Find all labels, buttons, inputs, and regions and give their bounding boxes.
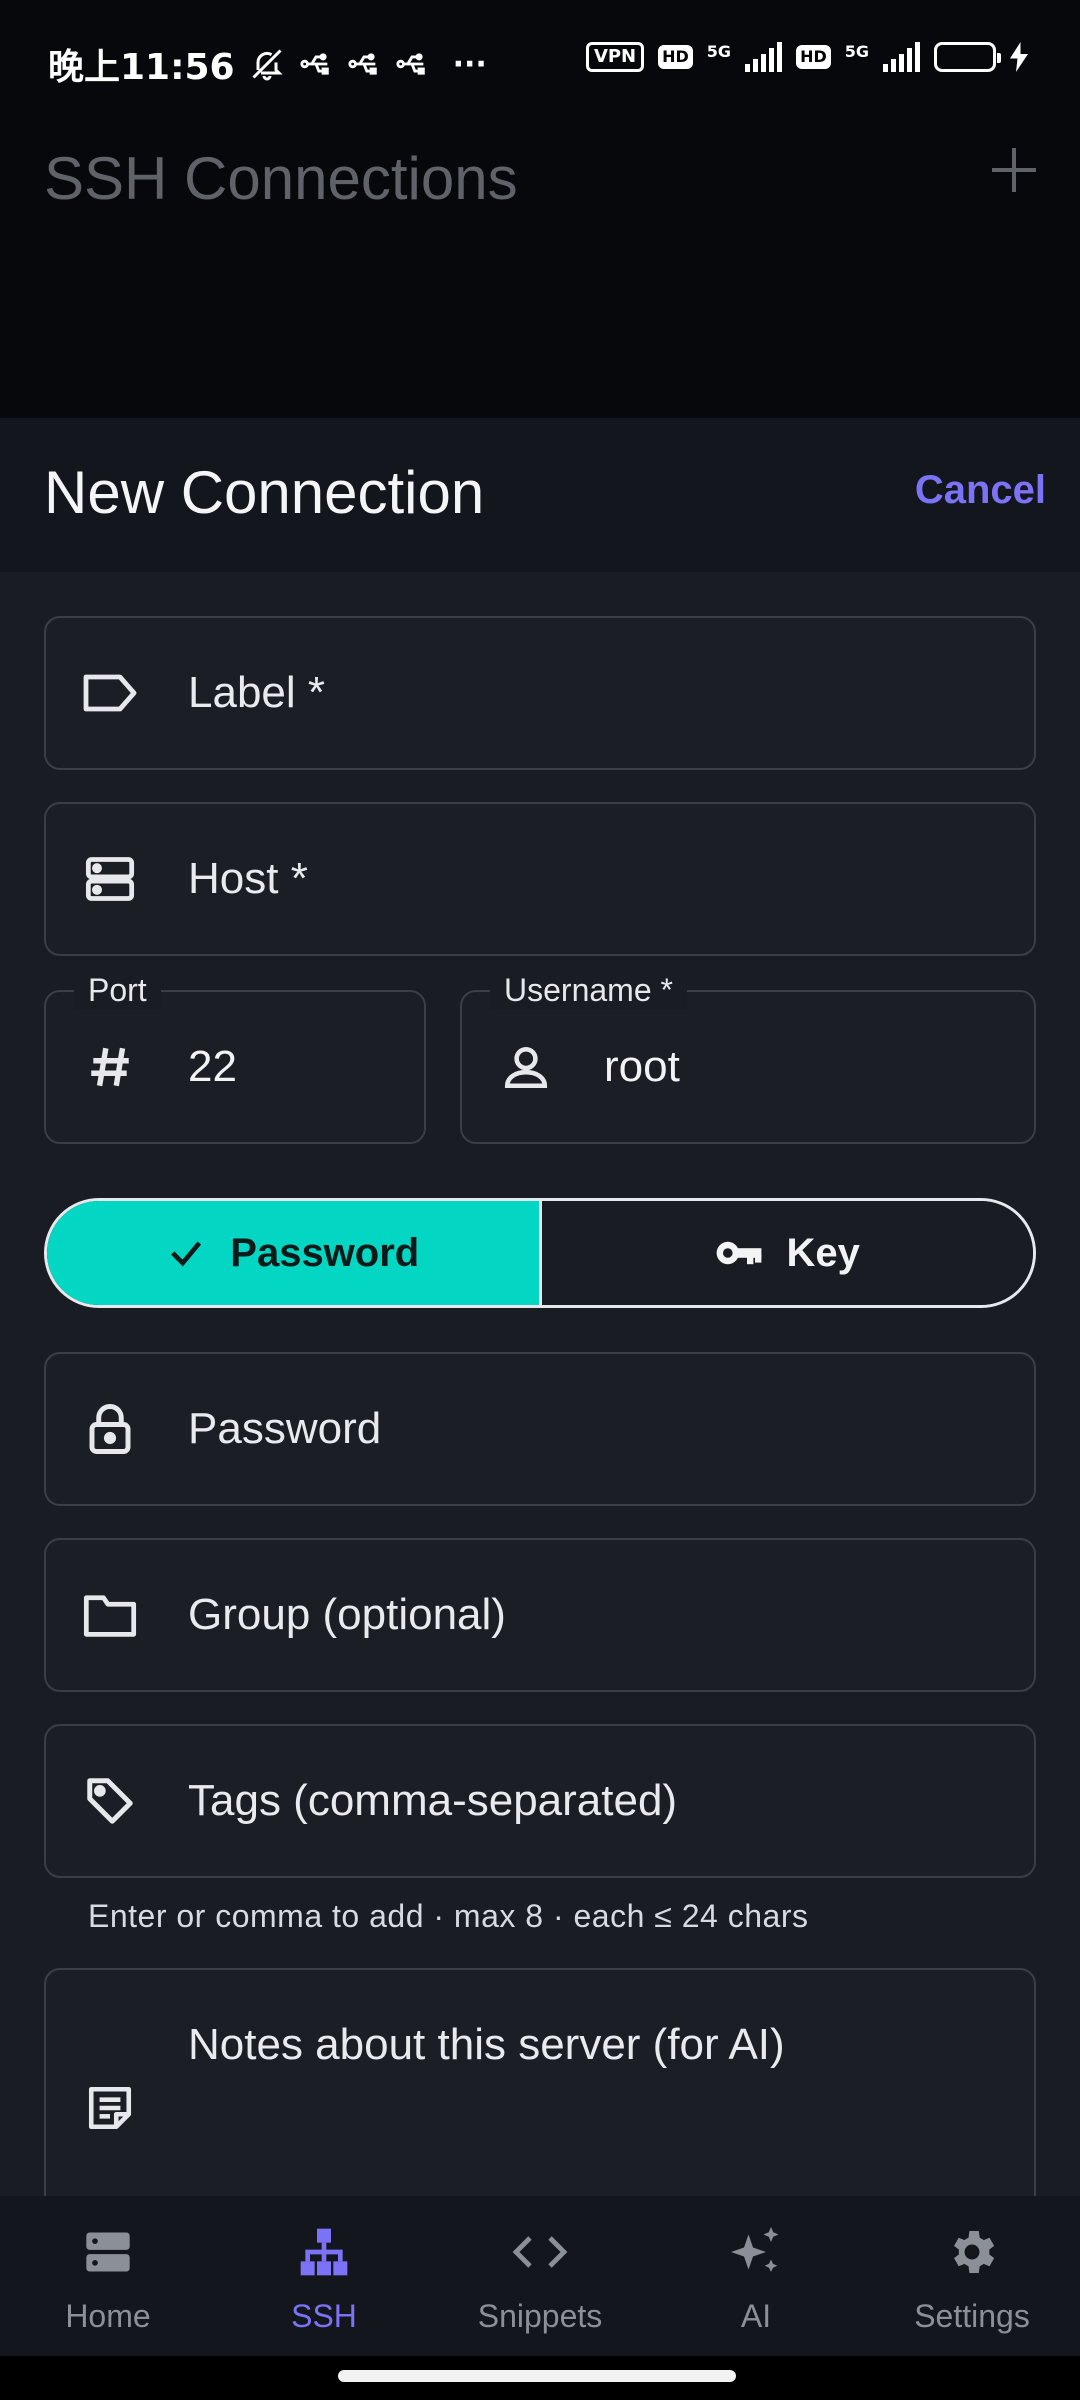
bell-off-icon bbox=[252, 49, 283, 81]
username-field[interactable]: Username * root bbox=[460, 972, 1036, 1144]
sheet-header: New Connection Cancel bbox=[0, 418, 1080, 572]
auth-method-toggle: Password Key bbox=[44, 1198, 1036, 1308]
label-tag-icon bbox=[82, 665, 138, 721]
label-field[interactable]: Label * bbox=[44, 616, 1036, 770]
hd-badge: HD bbox=[658, 45, 693, 69]
nav-item-ai[interactable]: AI bbox=[648, 2196, 864, 2356]
key-auth-option[interactable]: Key bbox=[538, 1201, 1033, 1305]
key-icon bbox=[716, 1241, 761, 1265]
tag-icon bbox=[82, 1773, 138, 1829]
server-stack-icon bbox=[76, 2220, 140, 2284]
network-type: 5G bbox=[844, 42, 869, 61]
cancel-button[interactable]: Cancel bbox=[915, 468, 1046, 513]
password-auth-option[interactable]: Password bbox=[47, 1201, 539, 1305]
password-field[interactable]: Password bbox=[44, 1352, 1036, 1506]
host-field-placeholder: Host * bbox=[188, 854, 308, 903]
network-type: 5G bbox=[706, 42, 732, 61]
signal-icon bbox=[745, 42, 783, 72]
nav-item-settings[interactable]: Settings bbox=[864, 2196, 1080, 2356]
nav-label-settings: Settings bbox=[914, 2298, 1030, 2334]
key-auth-label: Key bbox=[786, 1230, 860, 1275]
code-icon bbox=[508, 2220, 572, 2284]
signal-icon bbox=[883, 42, 920, 72]
server-icon bbox=[82, 851, 138, 907]
nav-label-snippets: Snippets bbox=[477, 2298, 603, 2334]
new-connection-form: Label * Host * Port 22 Username * root P… bbox=[0, 572, 1080, 2196]
notes-field-placeholder: Notes about this server (for AI) bbox=[188, 2020, 785, 2069]
nav-item-snippets[interactable]: Snippets bbox=[432, 2196, 648, 2356]
port-value: 22 bbox=[188, 1042, 237, 1091]
host-field[interactable]: Host * bbox=[44, 802, 1036, 956]
label-field-placeholder: Label * bbox=[188, 668, 326, 717]
status-more: ··· bbox=[452, 46, 487, 82]
usb-share-icon bbox=[300, 53, 329, 75]
hash-icon bbox=[82, 1039, 138, 1095]
group-field[interactable]: Group (optional) bbox=[44, 1538, 1036, 1692]
page-title: New Connection bbox=[44, 459, 485, 526]
check-icon bbox=[171, 1241, 202, 1267]
background-screen: SSH Connections bbox=[0, 120, 1080, 420]
password-field-placeholder: Password bbox=[188, 1404, 382, 1453]
note-icon bbox=[82, 2080, 138, 2136]
port-field[interactable]: Port 22 bbox=[44, 972, 426, 1144]
tags-field-placeholder: Tags (comma-separated) bbox=[188, 1776, 678, 1825]
usb-share-icon bbox=[348, 53, 377, 75]
notes-field[interactable]: Notes about this server (for AI) bbox=[44, 1968, 1036, 2196]
tags-field[interactable]: Tags (comma-separated) bbox=[44, 1724, 1036, 1878]
vpn-badge: VPN bbox=[585, 42, 645, 72]
hierarchy-icon bbox=[292, 2220, 356, 2284]
status-time: 晚上11:56 bbox=[48, 47, 235, 88]
port-label: Port bbox=[74, 972, 161, 1009]
nav-label-ssh: SSH bbox=[291, 2298, 357, 2334]
group-field-placeholder: Group (optional) bbox=[188, 1590, 506, 1639]
folder-icon bbox=[82, 1587, 138, 1643]
gear-icon bbox=[940, 2220, 1004, 2284]
password-auth-label: Password bbox=[230, 1230, 420, 1275]
charging-bolt-icon bbox=[1010, 42, 1028, 72]
hd-badge: HD bbox=[796, 45, 831, 69]
lock-icon bbox=[82, 1401, 138, 1457]
sparkles-icon bbox=[724, 2220, 788, 2284]
nav-item-ssh[interactable]: SSH bbox=[216, 2196, 432, 2356]
tags-helper-text: Enter or comma to add · max 8 · each ≤ 2… bbox=[88, 1898, 809, 1934]
nav-label-home: Home bbox=[65, 2298, 151, 2334]
battery-icon bbox=[934, 42, 1001, 72]
nav-label-ai: AI bbox=[740, 2298, 772, 2334]
gesture-bar bbox=[0, 2356, 1080, 2400]
person-icon bbox=[498, 1039, 554, 1095]
plus-icon bbox=[992, 148, 1036, 192]
home-indicator[interactable] bbox=[338, 2370, 736, 2382]
status-bar: 晚上11:56 ··· VPN HD 5G HD 5G bbox=[0, 0, 1080, 120]
bottom-nav: Home SSH Snippets AI Settings bbox=[0, 2196, 1080, 2356]
background-screen-title: SSH Connections bbox=[44, 145, 518, 212]
username-value: root bbox=[604, 1042, 680, 1091]
nav-item-home[interactable]: Home bbox=[0, 2196, 216, 2356]
username-label: Username * bbox=[490, 972, 687, 1009]
usb-share-icon bbox=[396, 53, 425, 75]
